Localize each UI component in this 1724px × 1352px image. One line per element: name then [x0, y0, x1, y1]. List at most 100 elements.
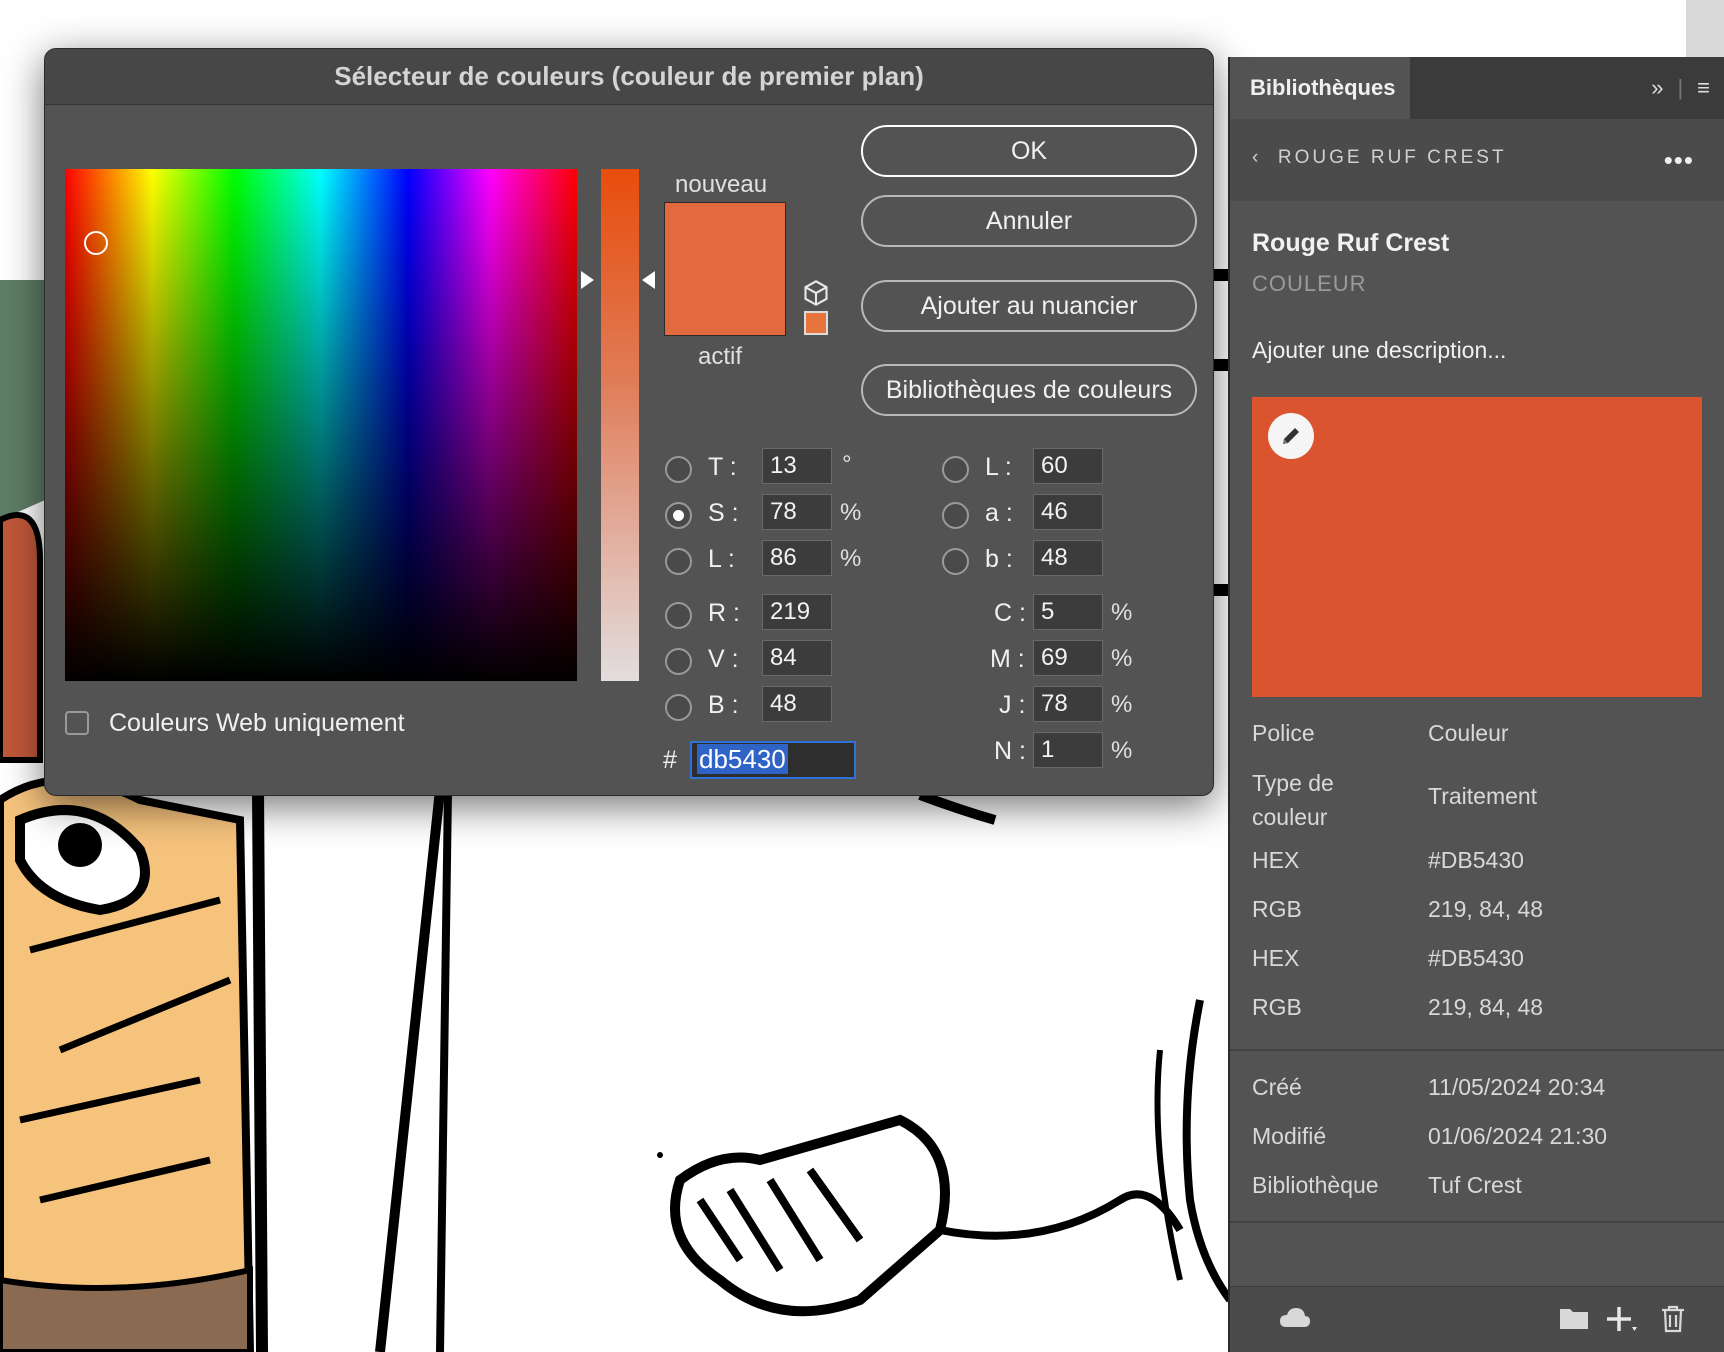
magenta-label: M : — [990, 645, 1025, 673]
saturation-input[interactable]: 78 — [762, 494, 832, 530]
hex-prefix: # — [663, 746, 677, 774]
add-to-swatches-button[interactable]: Ajouter au nuancier — [861, 280, 1197, 332]
saturation-slider[interactable] — [601, 169, 639, 681]
trash-icon[interactable] — [1660, 1305, 1686, 1333]
meta-value: 01/06/2024 21:30 — [1428, 1123, 1608, 1149]
lab-b-input[interactable]: 48 — [1033, 540, 1103, 576]
color-libraries-button[interactable]: Bibliothèques de couleurs — [861, 364, 1197, 416]
cancel-button[interactable]: Annuler — [861, 195, 1197, 247]
radio-red[interactable] — [665, 602, 692, 629]
slider-arrow-left[interactable] — [581, 271, 594, 289]
radio-lab-b[interactable] — [942, 548, 969, 575]
radio-blue[interactable] — [665, 694, 692, 721]
web-colors-only-label: Couleurs Web uniquement — [109, 709, 405, 737]
separator: | — [1677, 75, 1684, 100]
lab-l-input[interactable]: 60 — [1033, 448, 1103, 484]
blue-label: B : — [708, 691, 739, 719]
radio-lab-a[interactable] — [942, 502, 969, 529]
meta-key: Bibliothèque — [1252, 1172, 1379, 1198]
collapse-panel-icon[interactable]: » — [1651, 75, 1663, 101]
dialog-title: Sélecteur de couleurs (couleur de premie… — [45, 49, 1213, 105]
cloud-icon[interactable] — [1278, 1305, 1312, 1331]
prop-key: HEX — [1252, 847, 1300, 873]
panel-footer — [1230, 1286, 1724, 1352]
black-input[interactable]: 1 — [1033, 732, 1103, 768]
prop-key: RGB — [1252, 896, 1302, 922]
new-color-label: nouveau — [675, 171, 768, 198]
pencil-icon — [1283, 428, 1299, 444]
asset-color-swatch — [1252, 397, 1702, 697]
ok-button[interactable]: OK — [861, 125, 1197, 177]
radio-hue[interactable] — [665, 456, 692, 483]
meta-value: 11/05/2024 20:34 — [1428, 1074, 1606, 1100]
saturation-unit: % — [840, 499, 862, 526]
prop-key: HEX — [1252, 945, 1300, 971]
prop-value[interactable]: #DB5430 — [1428, 945, 1524, 972]
lab-a-input[interactable]: 46 — [1033, 494, 1103, 530]
chevron-left-icon: ‹ — [1252, 147, 1278, 168]
tab-libraries[interactable]: Bibliothèques — [1230, 57, 1410, 119]
yellow-input[interactable]: 78 — [1033, 686, 1103, 722]
green-label: V : — [708, 645, 739, 673]
lab-b-label: b : — [985, 545, 1013, 573]
edit-color-button[interactable] — [1268, 413, 1314, 459]
cyan-unit: % — [1111, 599, 1133, 626]
hex-value: db5430 — [697, 744, 788, 774]
description-field[interactable]: Ajouter une description... — [1252, 337, 1506, 364]
back-button[interactable]: ‹ ROUGE RUF CREST — [1252, 147, 1507, 169]
brightness-label: L : — [708, 545, 735, 573]
cyan-label: C : — [994, 599, 1026, 627]
more-options-icon[interactable]: ••• — [1664, 145, 1694, 176]
saturation-brightness-field[interactable] — [65, 169, 577, 681]
color-field-marker[interactable] — [84, 231, 108, 255]
yellow-label: J : — [999, 691, 1026, 719]
prop-value: Traitement — [1428, 783, 1538, 809]
asset-nav: ‹ ROUGE RUF CREST ••• — [1230, 119, 1724, 201]
folder-icon[interactable] — [1558, 1305, 1590, 1331]
radio-lab-l[interactable] — [942, 456, 969, 483]
panel-menu-icon[interactable]: ≡ — [1697, 75, 1710, 101]
slider-arrow-right[interactable] — [642, 271, 655, 289]
lab-l-label: L : — [985, 453, 1012, 481]
hue-input[interactable]: 13 — [762, 448, 832, 484]
add-icon[interactable] — [1606, 1305, 1640, 1335]
current-color-label: actif — [698, 343, 743, 370]
red-input[interactable]: 219 — [762, 594, 832, 630]
green-input[interactable]: 84 — [762, 640, 832, 676]
cyan-input[interactable]: 5 — [1033, 594, 1103, 630]
magenta-input[interactable]: 69 — [1033, 640, 1103, 676]
prop-key: RGB — [1252, 994, 1302, 1020]
meta-value: Tuf Crest — [1428, 1172, 1522, 1198]
radio-green[interactable] — [665, 648, 692, 675]
panel-tab-bar: Bibliothèques » | ≡ — [1230, 57, 1724, 119]
web-safe-color-swatch[interactable] — [804, 311, 828, 335]
color-picker-dialog: Sélecteur de couleurs (couleur de premie… — [44, 48, 1214, 796]
hue-unit: ° — [842, 451, 852, 478]
brightness-unit: % — [840, 545, 862, 572]
prop-key: Type de couleur — [1252, 770, 1334, 830]
section-divider — [1230, 1221, 1724, 1223]
red-label: R : — [708, 599, 740, 627]
hex-input[interactable]: db5430 — [690, 741, 856, 779]
asset-name[interactable]: Rouge Ruf Crest — [1252, 229, 1449, 258]
asset-type: COULEUR — [1252, 271, 1367, 296]
out-of-gamut-cube-icon[interactable] — [802, 279, 830, 307]
brightness-input[interactable]: 86 — [762, 540, 832, 576]
current-color-swatch[interactable] — [664, 268, 786, 336]
prop-value[interactable]: 219, 84, 48 — [1428, 994, 1543, 1021]
new-color-swatch — [664, 202, 786, 268]
prop-key: Police — [1252, 720, 1315, 746]
radio-brightness[interactable] — [665, 548, 692, 575]
black-label: N : — [994, 737, 1026, 765]
black-unit: % — [1111, 737, 1133, 764]
saturation-label: S : — [708, 499, 739, 527]
section-divider — [1230, 1049, 1724, 1051]
prop-value[interactable]: 219, 84, 48 — [1428, 896, 1543, 923]
radio-saturation[interactable] — [665, 502, 692, 529]
web-colors-only-checkbox[interactable] — [65, 711, 89, 735]
prop-value[interactable]: #DB5430 — [1428, 847, 1524, 874]
back-label: ROUGE RUF CREST — [1277, 147, 1507, 168]
yellow-unit: % — [1111, 691, 1133, 718]
prop-value: Couleur — [1428, 720, 1509, 746]
blue-input[interactable]: 48 — [762, 686, 832, 722]
